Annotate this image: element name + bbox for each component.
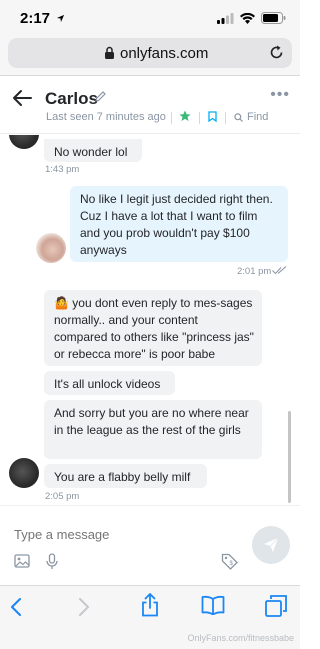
contact-name[interactable]: Carlos [45, 89, 98, 109]
message-bubble-incoming: It's all unlock videos [44, 371, 175, 395]
chat-header: Carlos ••• Last seen 7 minutes ago Find [0, 76, 300, 134]
share-icon[interactable] [141, 593, 159, 617]
wifi-icon [240, 12, 255, 24]
browser-toolbar: OnlyFans.com/fitnessbabe [0, 585, 300, 649]
address-bar[interactable]: onlyfans.com [8, 38, 292, 68]
microphone-icon[interactable] [46, 553, 58, 570]
send-button[interactable] [252, 526, 290, 564]
message-bubble-outgoing: No like I legit just decided right then.… [70, 186, 288, 262]
browser-forward-icon[interactable] [78, 598, 90, 616]
message-time: 2:01 pm [237, 266, 272, 277]
image-icon[interactable] [14, 554, 30, 568]
message-list[interactable]: No wonder lol 1:43 pm No like I legit ju… [0, 135, 300, 505]
message-bubble-incoming: 🤷 you dont even reply to mes-sages norma… [44, 290, 262, 366]
cellular-signal-icon [217, 12, 234, 24]
own-avatar[interactable] [36, 233, 66, 263]
header-divider [171, 112, 172, 124]
battery-icon [261, 12, 286, 24]
message-input[interactable] [14, 527, 244, 542]
contact-avatar[interactable] [9, 135, 39, 149]
message-time: 1:43 pm [45, 164, 80, 175]
location-arrow-icon [57, 14, 65, 23]
header-divider [225, 112, 226, 124]
message-bubble-incoming: And sorry but you are no where near in t… [44, 400, 262, 459]
edit-pencil-icon[interactable] [94, 90, 107, 103]
read-receipt-icon [272, 266, 287, 275]
message-composer: $ [0, 505, 300, 585]
price-tag-icon[interactable]: $ [221, 553, 239, 570]
bookmarks-icon[interactable] [201, 595, 225, 615]
more-options-icon[interactable]: ••• [270, 86, 290, 104]
star-icon[interactable] [179, 110, 191, 122]
search-icon [234, 112, 243, 122]
lock-icon [105, 46, 114, 59]
back-arrow-icon[interactable] [12, 89, 32, 107]
message-bubble-incoming: No wonder lol [44, 139, 142, 162]
paper-plane-icon [264, 537, 279, 552]
browser-back-icon[interactable] [10, 598, 22, 616]
find-button[interactable]: Find [234, 111, 268, 123]
message-bubble-incoming: You are a flabby belly milf [44, 464, 207, 488]
status-icons [217, 12, 286, 24]
url-text[interactable]: onlyfans.com [120, 45, 208, 62]
reload-icon[interactable] [269, 45, 284, 60]
message-time: 2:05 pm [45, 491, 80, 502]
bookmark-icon[interactable] [208, 111, 217, 122]
status-bar: 2:17 [0, 0, 300, 34]
find-label: Find [247, 111, 269, 123]
last-seen-status: Last seen 7 minutes ago [46, 111, 166, 123]
browser-address-area: onlyfans.com [0, 34, 300, 76]
scroll-indicator[interactable] [288, 411, 291, 503]
watermark: OnlyFans.com/fitnessbabe [187, 633, 294, 643]
contact-avatar[interactable] [9, 458, 39, 488]
tabs-icon[interactable] [265, 595, 287, 617]
status-time: 2:17 [20, 10, 65, 27]
header-divider [199, 112, 200, 124]
